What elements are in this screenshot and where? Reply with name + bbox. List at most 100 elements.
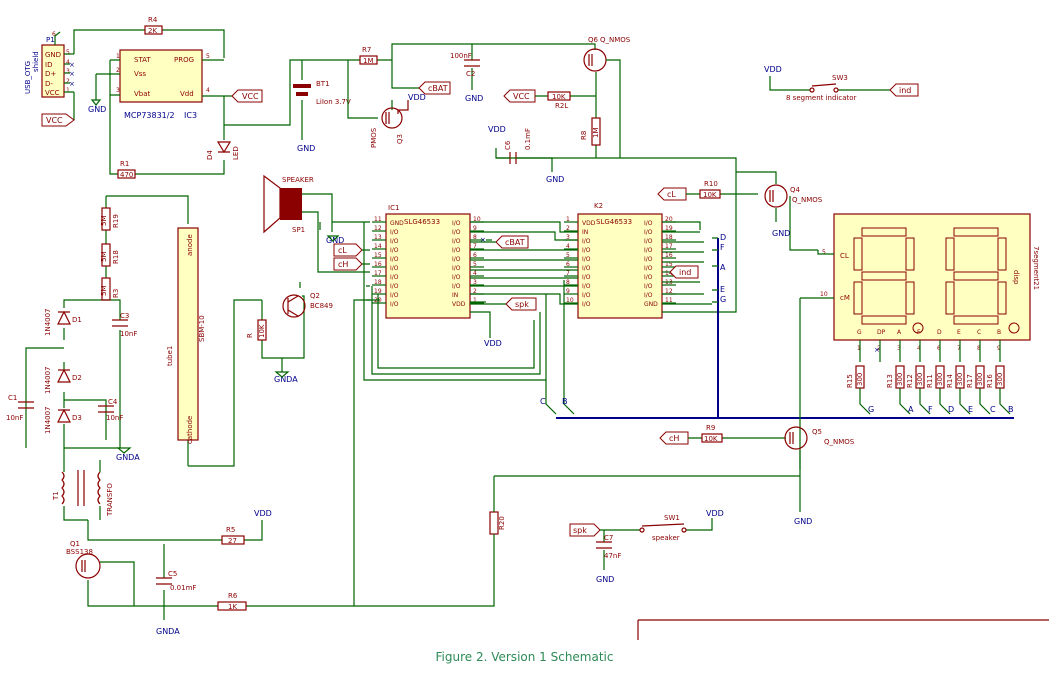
k2-name: SLG46533 xyxy=(596,218,632,226)
tube-value: SBM-10 xyxy=(198,315,206,342)
ic1-pin-num: 12 xyxy=(374,225,382,232)
c3-ref: C3 xyxy=(120,312,129,320)
seg-res-ref: R13 xyxy=(886,374,894,388)
r10-ref: R10 xyxy=(704,180,718,188)
ind-flag-k2: ind xyxy=(669,265,699,279)
ic1-pin-num: 15 xyxy=(374,252,382,259)
k2-pin-label: I/O xyxy=(644,238,653,245)
ic3-pin: Vss xyxy=(134,70,146,78)
k2-pin-label: I/O xyxy=(582,247,591,254)
r9-ref: R9 xyxy=(706,424,715,432)
vdd-label: VDD xyxy=(484,339,502,348)
r4: R4 2K xyxy=(144,16,163,35)
hv-res-value: 5M xyxy=(100,216,108,227)
c7-value: 47nF xyxy=(604,552,621,560)
diode-ref: D3 xyxy=(72,414,82,422)
seg-res-ref: R14 xyxy=(946,374,954,388)
nc-x-icon: × xyxy=(69,80,75,88)
ic1-pin-num: 4 xyxy=(473,270,477,277)
ic1-pin-label: I/O xyxy=(452,274,461,281)
nc-x-icon: × xyxy=(69,70,75,78)
k2-pin-num: 18 xyxy=(665,234,673,241)
ic3-pin: STAT xyxy=(134,56,151,64)
disp-ref: disp xyxy=(1012,270,1020,285)
k2-pin-label: I/O xyxy=(644,229,653,236)
sw1-switch: SW1 speaker VDD xyxy=(639,509,724,542)
c1-value: 10nF xyxy=(6,414,23,422)
r5-value: 27 xyxy=(228,537,237,545)
seg-res-value: 300 xyxy=(936,373,944,386)
seg-res-ref: R15 xyxy=(846,374,854,388)
k2-pin-num: 9 xyxy=(566,288,570,295)
r9-value: 10K xyxy=(704,435,718,443)
r8-ref: R8 xyxy=(580,131,588,140)
ic1-pin-label: I/O xyxy=(452,247,461,254)
gnd-label: GND xyxy=(297,144,315,153)
r20: R20 xyxy=(489,511,506,535)
disp-seg-label: G xyxy=(857,329,862,336)
vdd-label: VDD xyxy=(706,509,724,518)
disp-name: 7segment21 xyxy=(1032,246,1040,290)
k2-pin-label: I/O xyxy=(644,274,653,281)
ch-flag-q5: cH xyxy=(659,431,689,445)
schematic-svg: USB_OTG shield P1 GND ID D+ D- VCC 5 4 3… xyxy=(6,16,1049,640)
cbat-flag-ic1: cBAT xyxy=(495,235,529,249)
usb-pin-vcc: VCC xyxy=(45,89,60,97)
d4-led: D4 LED xyxy=(206,141,240,160)
r2-ref: R2L xyxy=(555,102,568,110)
cl-flag-q4: cL xyxy=(657,187,687,201)
ic1-ref: IC1 xyxy=(388,204,399,212)
vcc-flag-ic3: VCC xyxy=(231,89,263,103)
seg-res-ref: R17 xyxy=(966,374,974,388)
q6-nmos: Q6 Q_NMOS xyxy=(583,36,631,72)
d4-ref: D4 xyxy=(206,150,214,160)
ic1-pin-num: 8 xyxy=(473,234,477,241)
ic3-pin: Vdd xyxy=(180,90,194,98)
k2-pin-num: 2 xyxy=(566,225,570,232)
ic3-pin: PROG xyxy=(174,56,194,64)
diode-symbol xyxy=(57,310,71,325)
k2-pin-num: 8 xyxy=(566,279,570,286)
r4-value: 2K xyxy=(148,27,157,35)
k2-pin-num: 16 xyxy=(665,252,673,259)
nc-x-icon: × xyxy=(69,61,75,69)
disp-seg-label: D xyxy=(937,329,942,336)
vdd-label: VDD xyxy=(254,509,272,518)
c2: 100nF C2 GND xyxy=(450,44,483,103)
usb-shield: shield xyxy=(32,51,40,72)
seven-segment-display: CL cM 5 10 disp 7segment21 xyxy=(820,213,1040,341)
k2-pin-label: I/O xyxy=(644,256,653,263)
transfo-ref: T1 xyxy=(52,491,60,501)
ic1-name: SLG46533 xyxy=(404,218,440,226)
r1-value: 470 xyxy=(120,171,133,179)
bt1-battery: BT1 LiIon 3.7V GND xyxy=(293,60,351,153)
disp-seg-label: DP xyxy=(877,329,886,336)
bus-label-c: C xyxy=(540,397,546,406)
r6-ref: R6 xyxy=(228,592,238,600)
ic1-pin-label: I/O xyxy=(390,274,399,281)
spk-flag-ic1: spk xyxy=(505,297,537,311)
k2-pin-num: 6 xyxy=(566,261,570,268)
q3-pmos: Q3 PMOS VDD xyxy=(370,93,426,148)
seg-res-ref: R12 xyxy=(906,374,914,388)
bus-bottom-label: G xyxy=(868,405,874,414)
q6-value: Q_NMOS xyxy=(600,36,631,44)
ic1-pin-label: GND xyxy=(390,220,404,227)
ic1-pin-num: 18 xyxy=(374,279,382,286)
ic1-pin-num: 16 xyxy=(374,261,382,268)
c6: C6 0.1mF VDD GND xyxy=(488,125,564,184)
speaker-value: SPEAKER xyxy=(282,176,314,184)
r10-value: 10K xyxy=(703,191,717,199)
q6-ref: Q6 xyxy=(588,36,599,44)
disp-pin: 10 xyxy=(820,291,828,298)
gnd-label: GND xyxy=(596,575,614,584)
q1-value: BSS138 xyxy=(66,548,93,556)
bus-bottom-label: A xyxy=(908,405,914,414)
cbat-text: cBAT xyxy=(505,238,525,247)
speaker-sp1: SPEAKER SP1 xyxy=(263,174,314,234)
ic1-pin-label: I/O xyxy=(390,292,399,299)
title-block-border xyxy=(637,619,1049,640)
bus-bottom-label: E xyxy=(968,405,973,414)
c5-ref: C5 xyxy=(168,570,177,578)
k2-pin-label: I/O xyxy=(644,265,653,272)
